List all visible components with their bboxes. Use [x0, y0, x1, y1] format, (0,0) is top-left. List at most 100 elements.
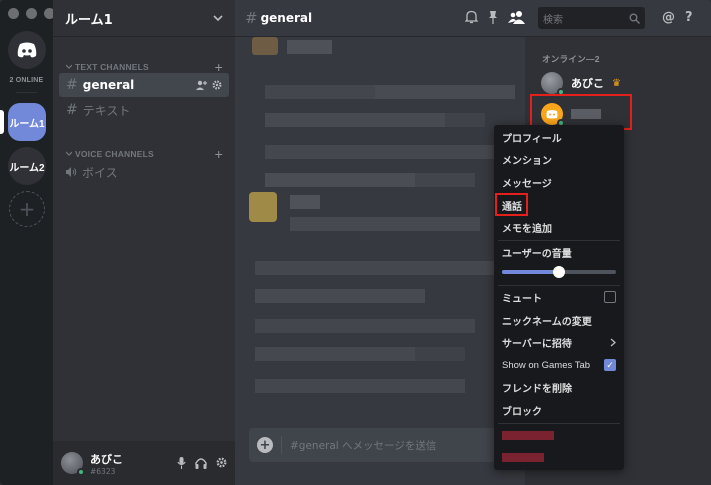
add-server-button[interactable]: +: [9, 191, 45, 227]
channel-label: テキスト: [82, 103, 131, 118]
server-name: ルーム1: [65, 12, 113, 28]
volume-fill: [502, 270, 559, 274]
menu-item-label: サーバーに招待: [502, 338, 572, 350]
menu-item-invite[interactable]: サーバーに招待: [502, 332, 616, 352]
online-heading: オンライン—2: [542, 54, 600, 64]
headphones-icon[interactable]: [195, 457, 207, 469]
server-list: 2 ONLINE ルーム1 ルーム2 +: [0, 0, 55, 485]
mute-checkbox[interactable]: [604, 291, 616, 303]
channel-general[interactable]: # general: [59, 73, 229, 97]
menu-item-games-tab[interactable]: Show on Games Tab ✓: [502, 355, 616, 375]
plus-icon: +: [18, 197, 36, 221]
chevron-right-icon: [610, 338, 616, 346]
menu-item-add-note[interactable]: メモを追加: [502, 217, 616, 237]
search-placeholder: 検索: [543, 14, 563, 26]
channel-voice[interactable]: ボイス: [59, 160, 229, 184]
user-panel: あびこ #6323: [53, 441, 235, 485]
composer-divider: [281, 436, 282, 454]
volume-knob[interactable]: [553, 266, 565, 278]
menu-item-mute[interactable]: ミュート: [502, 287, 616, 307]
invite-user-icon[interactable]: [196, 80, 207, 90]
menu-item-profile[interactable]: プロフィール: [502, 127, 616, 147]
message-composer[interactable]: + #general へメッセージを送信: [249, 428, 519, 462]
discord-window: 2 ONLINE ルーム1 ルーム2 + ルーム1 TEXT CHANNELS …: [0, 0, 711, 485]
volume-label: ユーザーの音量: [502, 248, 572, 260]
obscured-message: [290, 195, 320, 209]
channel-text[interactable]: # テキスト: [59, 98, 229, 122]
channel-sidebar: ルーム1 TEXT CHANNELS + # general # テキスト VO…: [53, 0, 235, 485]
message-avatar: [252, 37, 278, 55]
obscured-message: [255, 289, 425, 303]
active-server-indicator: [0, 110, 4, 134]
bell-icon[interactable]: [465, 10, 478, 24]
server-header[interactable]: ルーム1: [53, 0, 235, 37]
chevron-down-icon: [213, 15, 223, 22]
channel-label: ボイス: [82, 165, 118, 180]
avatar: [541, 72, 565, 96]
obscured-message: [265, 113, 485, 127]
help-icon[interactable]: ?: [685, 10, 693, 25]
obscured-message: [265, 85, 515, 99]
games-tab-checkbox[interactable]: ✓: [604, 359, 616, 371]
menu-item-change-nickname[interactable]: ニックネームの変更: [502, 310, 616, 330]
search-icon: [629, 13, 640, 24]
message-avatar: [249, 192, 277, 222]
hash-icon: #: [245, 9, 258, 27]
microphone-icon[interactable]: [177, 457, 186, 469]
obscured-message: [255, 347, 465, 361]
menu-separator: [498, 423, 620, 424]
members-icon[interactable]: [508, 10, 526, 24]
guild-separator: [16, 92, 37, 93]
menu-item-block[interactable]: ブロック: [502, 400, 616, 420]
search-input[interactable]: 検索: [538, 7, 645, 29]
menu-item-label: Show on Games Tab: [502, 359, 591, 371]
username: あびこ: [90, 452, 123, 466]
obscured-message: [265, 173, 475, 187]
gear-icon[interactable]: [216, 457, 227, 468]
user-tag: #6323: [90, 466, 116, 476]
minimize-window-button[interactable]: [26, 8, 37, 19]
redacted-menu-item: [502, 453, 544, 462]
menu-separator: [498, 285, 620, 286]
highlight-box: [495, 193, 528, 216]
user-context-menu: プロフィール メンション メッセージ 通話 メモを追加 ユーザーの音量 ミュート…: [494, 125, 624, 470]
menu-item-remove-friend[interactable]: フレンドを削除: [502, 377, 616, 397]
category-label: VOICE CHANNELS: [75, 149, 154, 159]
menu-separator: [498, 240, 620, 241]
window-controls: [8, 8, 55, 19]
member-item[interactable]: あびこ ♛: [541, 72, 621, 96]
upload-plus-icon[interactable]: +: [257, 437, 273, 453]
home-button[interactable]: [8, 31, 46, 69]
obscured-message: [265, 145, 495, 159]
avatar[interactable]: [61, 452, 85, 476]
online-count: 2 ONLINE: [9, 77, 44, 84]
redacted-menu-item: [502, 431, 554, 440]
channel-label: general: [82, 78, 135, 92]
pin-icon[interactable]: [488, 10, 498, 24]
obscured-message: [255, 379, 465, 393]
menu-item-label: ミュート: [502, 293, 542, 305]
mention-icon[interactable]: @: [662, 10, 675, 25]
speaker-icon: [66, 167, 77, 177]
close-window-button[interactable]: [8, 8, 19, 19]
hash-icon: #: [66, 102, 78, 118]
gear-icon[interactable]: [212, 80, 222, 90]
member-name: あびこ: [571, 77, 604, 90]
server-room1[interactable]: ルーム1: [8, 103, 46, 141]
header-right-icons: @ ?: [662, 10, 693, 25]
online-status-icon: [77, 468, 85, 476]
user-volume-slider[interactable]: [502, 266, 616, 278]
obscured-message: [290, 217, 480, 231]
obscured-message: [255, 261, 495, 275]
server-room2[interactable]: ルーム2: [8, 147, 46, 185]
chevron-down-icon: [66, 151, 72, 156]
discord-logo-icon: [17, 42, 37, 58]
category-label: TEXT CHANNELS: [75, 62, 149, 72]
obscured-message: [255, 319, 475, 333]
composer-placeholder: #general へメッセージを送信: [290, 439, 437, 452]
menu-item-message[interactable]: メッセージ: [502, 172, 616, 192]
hash-icon: #: [66, 77, 78, 93]
menu-item-mention[interactable]: メンション: [502, 149, 616, 169]
message-list: [235, 37, 525, 417]
chevron-down-icon: [66, 64, 72, 69]
